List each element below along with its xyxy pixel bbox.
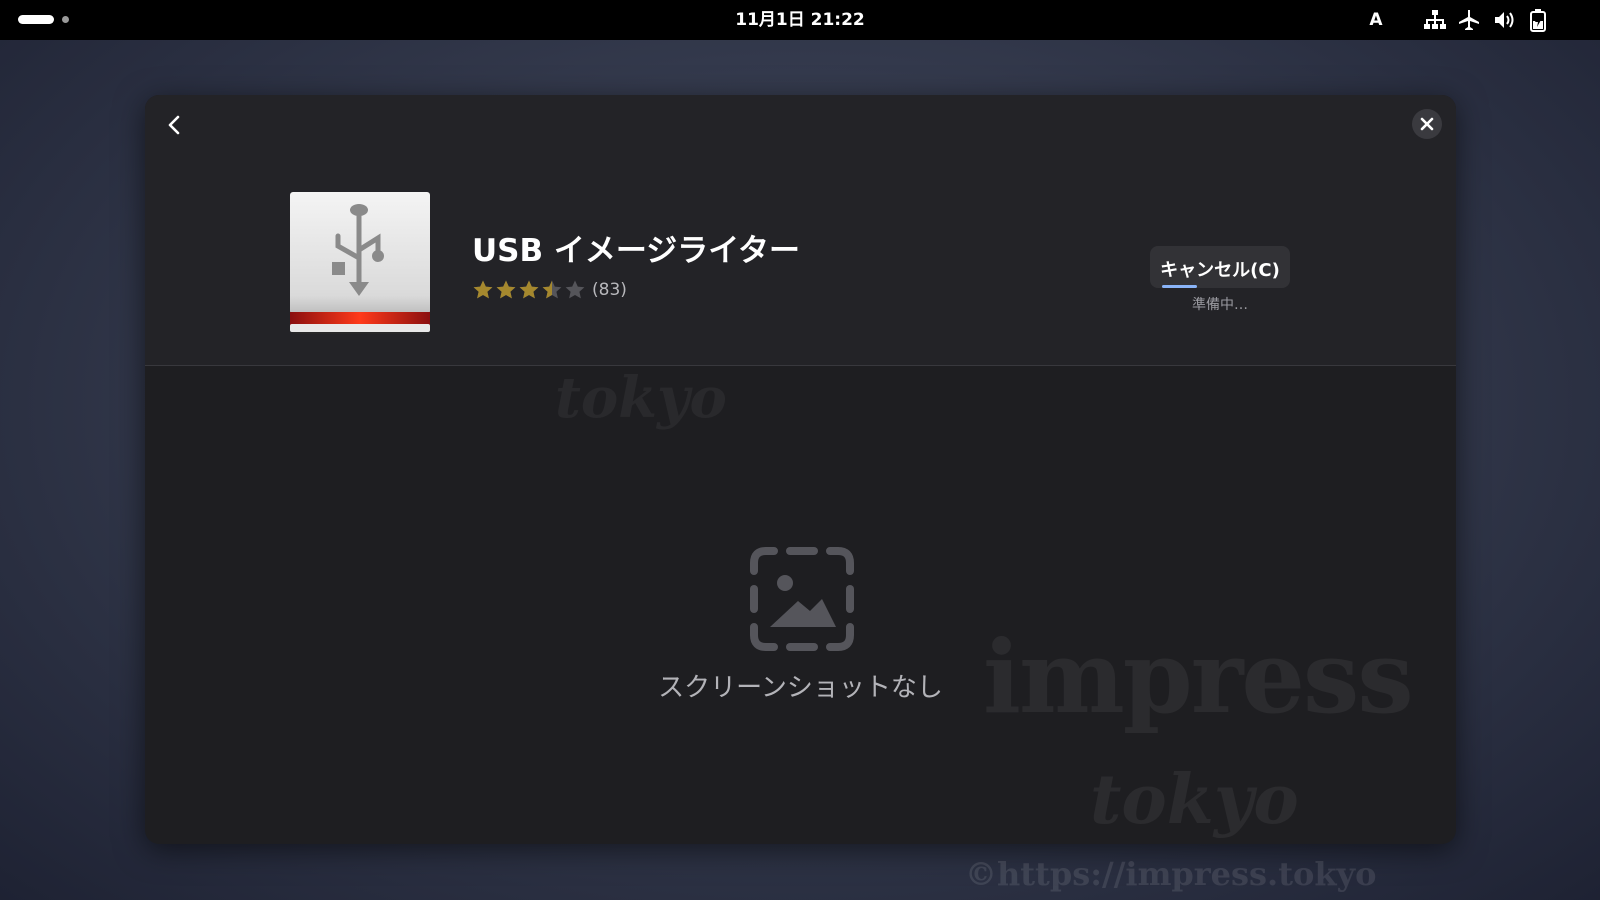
airplane-mode-icon[interactable] bbox=[1457, 8, 1481, 32]
progress-bar-fill bbox=[1162, 285, 1197, 288]
star-icon bbox=[496, 280, 516, 299]
app-details-dialog: USB イメージライター (83) キャンセル(C) 準備中… tokyo スク… bbox=[145, 95, 1456, 844]
star-icon bbox=[565, 280, 585, 299]
activities-button[interactable] bbox=[18, 13, 78, 27]
usb-drive-icon bbox=[290, 192, 432, 336]
watermark-text: tokyo bbox=[1090, 760, 1299, 840]
workspace-indicator bbox=[62, 16, 69, 23]
close-icon bbox=[1420, 117, 1434, 131]
battery-charging-icon[interactable] bbox=[1526, 8, 1550, 32]
star-icon bbox=[542, 280, 562, 299]
watermark-url: ©https://impress.tokyo bbox=[965, 855, 1377, 893]
top-bar: 11月1日 21:22 A bbox=[0, 0, 1600, 40]
star-rating bbox=[472, 279, 587, 301]
input-method-indicator[interactable]: A bbox=[1364, 8, 1388, 32]
image-missing-icon bbox=[748, 545, 856, 653]
rating: (83) bbox=[472, 278, 627, 302]
app-header: USB イメージライター (83) キャンセル(C) 準備中… bbox=[145, 95, 1456, 366]
close-button[interactable] bbox=[1412, 109, 1442, 139]
chevron-left-icon bbox=[168, 115, 180, 135]
workspace-indicator-active bbox=[18, 15, 54, 24]
cancel-button-label: キャンセル(C) bbox=[1160, 260, 1280, 281]
progress-bar bbox=[1162, 285, 1278, 288]
cancel-button[interactable]: キャンセル(C) bbox=[1150, 246, 1290, 288]
network-wired-icon[interactable] bbox=[1423, 8, 1447, 32]
star-icon bbox=[473, 280, 493, 299]
volume-icon[interactable] bbox=[1492, 8, 1516, 32]
app-title: USB イメージライター bbox=[472, 233, 801, 269]
install-action: キャンセル(C) 準備中… bbox=[1150, 246, 1290, 314]
watermark-text: tokyo bbox=[555, 365, 727, 431]
no-screenshot-label: スクリーンショットなし bbox=[658, 673, 943, 703]
status-text: 準備中… bbox=[1192, 297, 1248, 313]
back-button[interactable] bbox=[159, 109, 191, 141]
rating-count: (83) bbox=[592, 280, 627, 300]
clock[interactable]: 11月1日 21:22 bbox=[650, 0, 950, 40]
star-icon bbox=[519, 280, 539, 299]
